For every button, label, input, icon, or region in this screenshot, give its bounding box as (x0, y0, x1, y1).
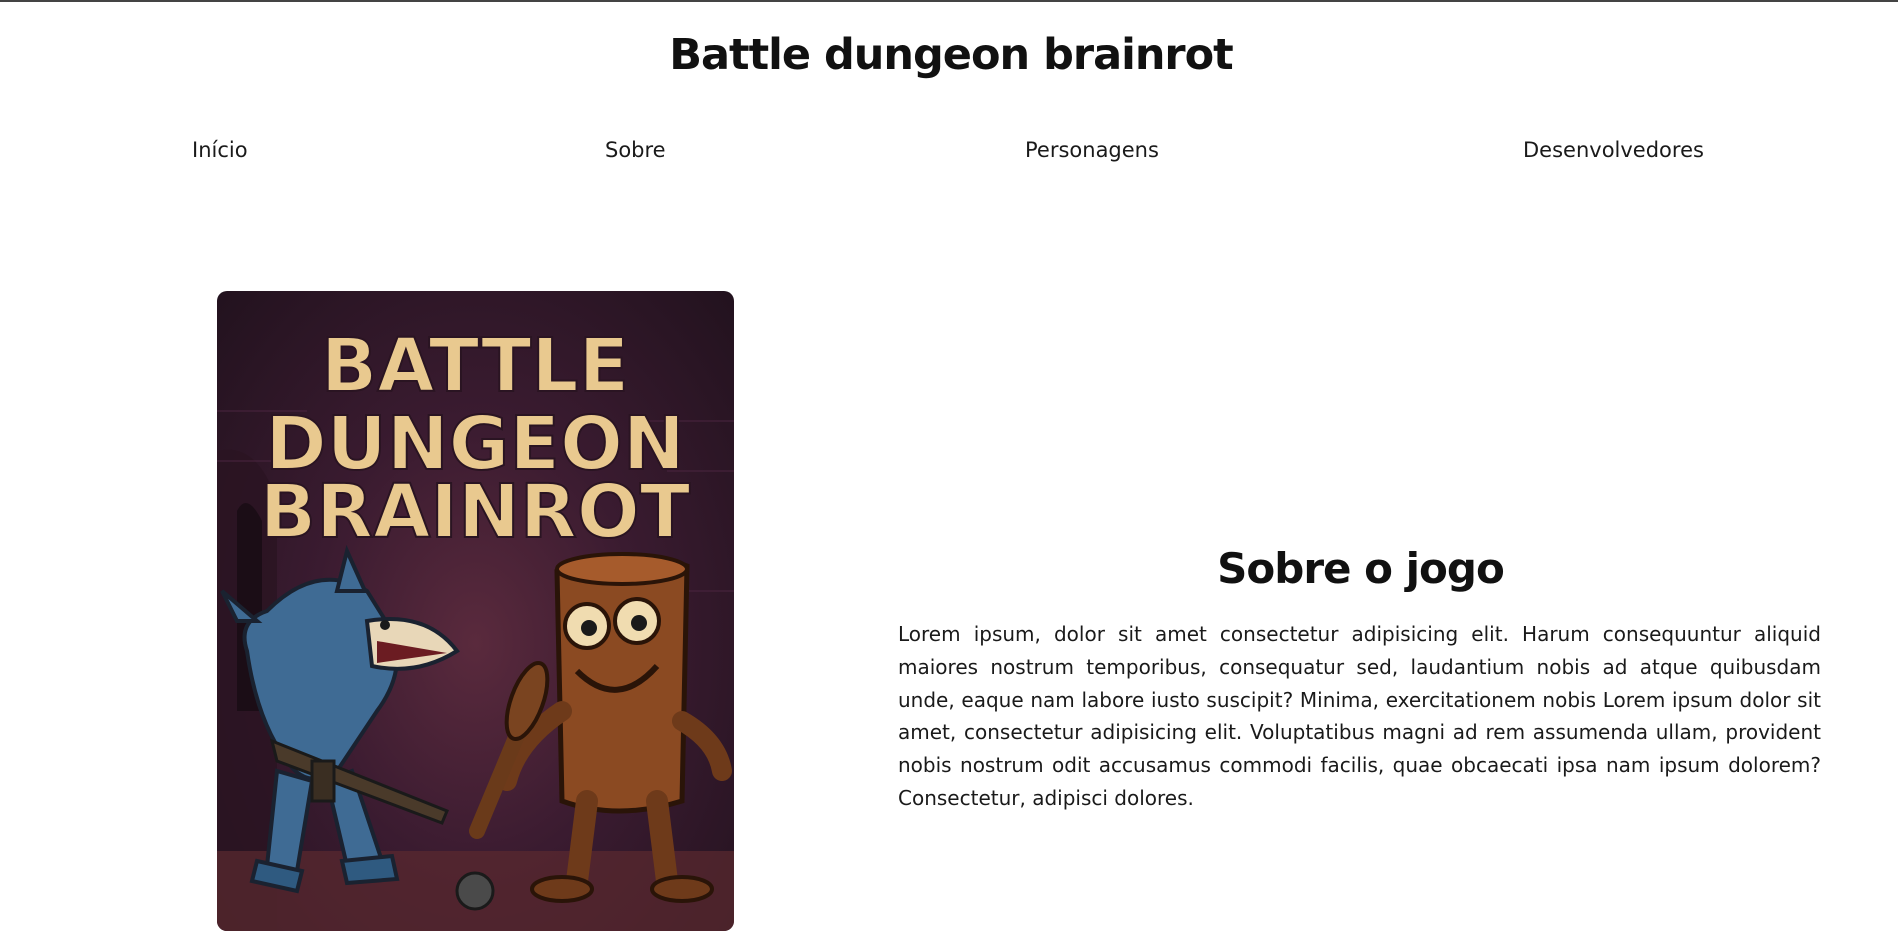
site-title: Battle dungeon brainrot (669, 30, 1234, 80)
nav-link-desenvolvedores[interactable]: Desenvolvedores (1523, 138, 1704, 162)
nav-link-inicio[interactable]: Início (192, 138, 248, 162)
about-section-title: Sobre o jogo (1217, 544, 1505, 593)
main-nav: Início Sobre Personagens Desenvolvedores (0, 138, 1898, 166)
ball-object (455, 871, 495, 911)
nav-link-sobre[interactable]: Sobre (605, 138, 666, 162)
log-character (469, 552, 732, 903)
game-poster-image: BATTLE DUNGEON BRAINROT (217, 291, 734, 931)
top-border (0, 0, 1898, 2)
poster-title-line-3: BRAINROT (260, 469, 691, 555)
about-section-text: Lorem ipsum, dolor sit amet consectetur … (898, 622, 1821, 810)
poster-title: BATTLE DUNGEON BRAINROT (259, 322, 692, 556)
poster-title-line-1: BATTLE (321, 323, 629, 409)
nav-link-personagens[interactable]: Personagens (1025, 138, 1159, 162)
